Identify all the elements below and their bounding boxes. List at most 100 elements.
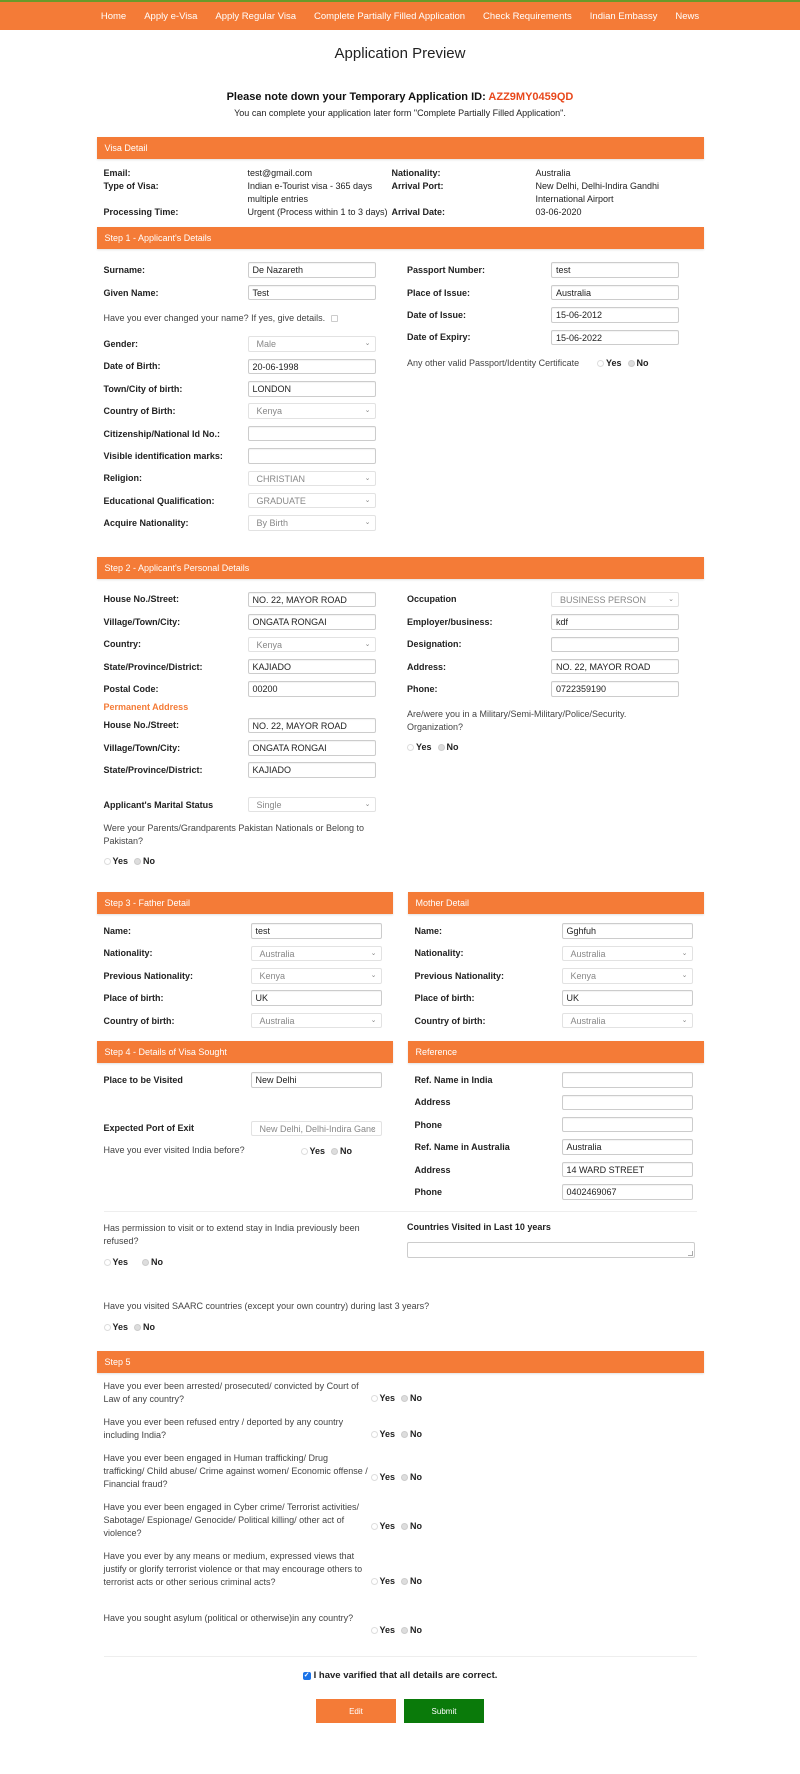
ref-aus-phone-input[interactable]: 0402469067 <box>561 1184 693 1200</box>
father-prev-nat-select[interactable]: Kenya ⌄ <box>250 968 382 984</box>
nav-news[interactable]: News <box>666 11 708 22</box>
employer-input[interactable]: kdf <box>551 614 679 630</box>
ref-india-phone-input[interactable] <box>561 1116 693 1133</box>
nav-indian-embassy[interactable]: Indian Embassy <box>581 11 667 22</box>
step4-header: Step 4 - Details of Visa Sought <box>96 1040 393 1063</box>
acquire-nat-select[interactable]: By Birth ⌄ <box>247 515 376 531</box>
dob-input[interactable]: 20-06-1998 <box>247 358 376 375</box>
radio-no[interactable]: No <box>134 856 155 866</box>
gender-select[interactable]: Male ⌄ <box>247 336 376 352</box>
radio-no[interactable]: No <box>142 1257 163 1267</box>
ref-aus-name-input[interactable]: Australia <box>561 1139 693 1155</box>
step5-header: Step 5 <box>96 1351 704 1374</box>
father-nat-row: Nationality: Australia ⌄ <box>104 942 386 964</box>
ref-aus-address-input[interactable]: 14 WARD STREET <box>561 1161 693 1178</box>
ref-india-address-label: Address <box>414 1097 451 1108</box>
radio-no[interactable]: No <box>331 1146 352 1156</box>
step5-question: Have you ever been engaged in Cyber crim… <box>103 1502 359 1539</box>
surname-input[interactable]: De Nazareth <box>247 262 376 278</box>
father-place-birth-input[interactable]: UK <box>250 990 382 1006</box>
radio-no[interactable]: No <box>401 1429 422 1439</box>
designation-input[interactable] <box>551 636 679 653</box>
radio-yes[interactable]: Yes <box>103 1257 128 1267</box>
radio-no[interactable]: No <box>401 1393 422 1403</box>
radio-yes[interactable]: Yes <box>370 1521 395 1531</box>
countries-visited-textarea[interactable] <box>407 1242 695 1259</box>
state-input[interactable]: KAJIADO <box>247 658 376 675</box>
nav-complete-partial[interactable]: Complete Partially Filled Application <box>305 11 474 22</box>
given-name-input[interactable]: Test <box>247 284 376 301</box>
radio-no[interactable]: No <box>627 358 649 368</box>
radio-yes[interactable]: Yes <box>407 742 432 752</box>
radio-yes[interactable]: Yes <box>103 1322 128 1332</box>
mother-country-birth-select[interactable]: Australia ⌄ <box>561 1012 693 1029</box>
father-nat-label: Nationality: <box>103 948 153 959</box>
religion-select[interactable]: CHRISTIAN ⌄ <box>247 470 376 487</box>
radio-no[interactable]: No <box>401 1625 422 1635</box>
radio-no[interactable]: No <box>401 1576 422 1586</box>
national-id-input[interactable] <box>247 425 376 442</box>
radio-yes[interactable]: Yes <box>370 1429 395 1439</box>
date-issue-label: Date of Issue: <box>407 309 467 320</box>
place-visit-input[interactable]: New Delhi <box>250 1072 382 1088</box>
radio-circle-selected <box>142 1259 150 1267</box>
changed-name-checkbox[interactable] <box>331 314 339 322</box>
p-state-input[interactable]: KAJIADO <box>247 762 376 778</box>
submit-button[interactable]: Submit <box>404 1699 484 1724</box>
refused-radios: Yes No <box>103 1257 163 1267</box>
edit-button[interactable]: Edit <box>316 1699 396 1724</box>
radio-yes[interactable]: Yes <box>103 856 128 866</box>
postal-input[interactable]: 00200 <box>247 681 376 697</box>
marks-input[interactable] <box>247 448 376 464</box>
verify-checkbox[interactable]: ✓ <box>302 1671 311 1680</box>
p-village-input[interactable]: ONGATA RONGAI <box>247 740 376 756</box>
mother-nat-select[interactable]: Australia ⌄ <box>561 945 693 962</box>
ref-india-name-input[interactable] <box>561 1072 693 1088</box>
radio-yes[interactable]: Yes <box>370 1576 395 1586</box>
exit-port-select[interactable]: New Delhi, Delhi-Indira Ganc ⌄ <box>250 1120 382 1137</box>
radio-no[interactable]: No <box>134 1322 155 1332</box>
radio-circle <box>103 1324 111 1332</box>
father-country-birth-select[interactable]: Australia ⌄ <box>250 1012 382 1029</box>
date-expiry-row: Date of Expiry: 15-06-2022 <box>407 326 697 348</box>
occupation-select[interactable]: BUSINESS PERSON ⌄ <box>551 591 679 608</box>
radio-no[interactable]: No <box>401 1521 422 1531</box>
radio-no-label: No <box>410 1393 423 1404</box>
nav-apply-regular-visa[interactable]: Apply Regular Visa <box>206 11 305 22</box>
radio-circle <box>370 1395 378 1403</box>
radio-yes[interactable]: Yes <box>370 1625 395 1635</box>
radio-yes[interactable]: Yes <box>370 1393 395 1403</box>
nav-home[interactable]: Home <box>92 11 135 22</box>
date-issue-input[interactable]: 15-06-2012 <box>551 307 679 323</box>
father-nat-select[interactable]: Australia ⌄ <box>250 945 382 962</box>
country-birth-select[interactable]: Kenya ⌄ <box>247 403 376 419</box>
village-input[interactable]: ONGATA RONGAI <box>247 614 376 630</box>
house-input[interactable]: NO. 22, MAYOR ROAD <box>247 591 376 608</box>
radio-yes[interactable]: Yes <box>597 358 622 368</box>
mother-place-birth-input[interactable]: UK <box>561 990 693 1006</box>
nav-apply-evisa[interactable]: Apply e-Visa <box>135 11 206 22</box>
place-issue-input[interactable]: Australia <box>551 284 679 301</box>
radio-no[interactable]: No <box>437 742 459 752</box>
address-input[interactable]: NO. 22, MAYOR ROAD <box>551 658 679 675</box>
town-birth-input[interactable]: LONDON <box>247 381 376 397</box>
surname-label: Surname: <box>103 265 146 276</box>
radio-yes[interactable]: Yes <box>300 1146 325 1156</box>
father-name-input[interactable]: test <box>250 923 382 939</box>
marital-select[interactable]: Single ⌄ <box>247 796 376 813</box>
step5-question-row: Have you ever been engaged in Human traf… <box>97 1452 704 1501</box>
step5-question-row: Have you ever been arrested/ prosecuted/… <box>97 1380 704 1416</box>
nav-check-requirements[interactable]: Check Requirements <box>474 11 581 22</box>
radio-no[interactable]: No <box>401 1472 422 1482</box>
radio-yes[interactable]: Yes <box>370 1472 395 1482</box>
country-select[interactable]: Kenya ⌄ <box>247 636 376 653</box>
mother-name-label: Name: <box>414 926 443 936</box>
mother-name-input[interactable]: Gghfuh <box>561 923 693 939</box>
education-select[interactable]: GRADUATE ⌄ <box>247 492 376 509</box>
date-expiry-input[interactable]: 15-06-2022 <box>551 329 679 346</box>
ref-india-address-input[interactable] <box>561 1094 693 1111</box>
p-house-input[interactable]: NO. 22, MAYOR ROAD <box>247 717 376 734</box>
mother-prev-nat-select[interactable]: Kenya ⌄ <box>561 968 693 984</box>
phone-input[interactable]: 0722359190 <box>551 681 679 697</box>
passport-no-input[interactable]: test <box>551 262 679 278</box>
